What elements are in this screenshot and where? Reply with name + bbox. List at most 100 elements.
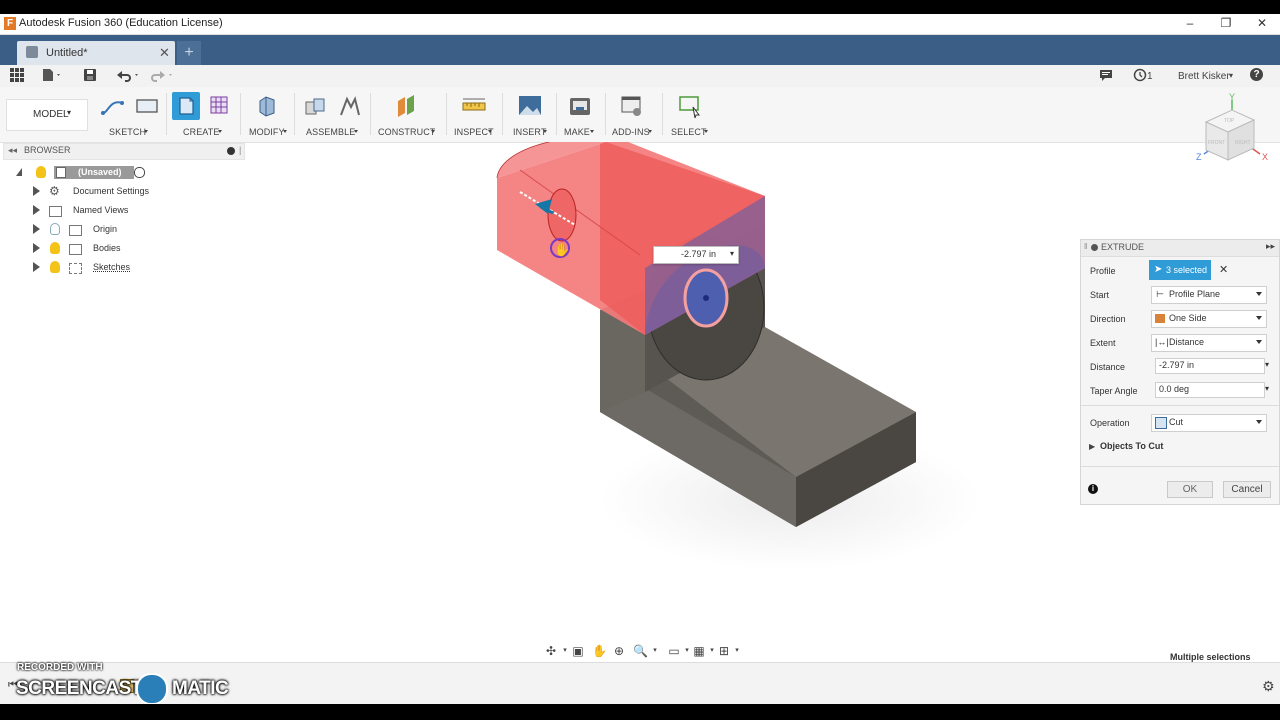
watermark-brand-right: MATIC: [172, 678, 229, 699]
expand-objects-icon[interactable]: ▶: [1089, 442, 1095, 451]
view-cube[interactable]: Y Z X TOP FRONT RIGHT: [1192, 92, 1272, 172]
grid-settings-icon[interactable]: ▦: [692, 644, 706, 658]
selection-status: Multiple selections: [1170, 652, 1251, 662]
browser-resize-icon[interactable]: |: [239, 145, 241, 155]
data-panel-grid-icon[interactable]: [9, 68, 25, 84]
browser-item-label: Named Views: [73, 205, 129, 215]
timeline-settings-gear-icon[interactable]: ⚙: [1262, 678, 1275, 695]
start-select[interactable]: ⊢ Profile Plane: [1151, 286, 1267, 304]
hand-cursor-icon: ✋: [554, 242, 570, 258]
help-icon[interactable]: ?: [1250, 68, 1266, 84]
comments-icon[interactable]: [1098, 68, 1114, 84]
help-label: ?: [1250, 68, 1263, 81]
expanded-triangle-icon[interactable]: [16, 168, 22, 176]
visibility-bulb-icon[interactable]: [50, 261, 60, 273]
video-letterbox-top: [0, 0, 1280, 14]
browser-item-document-settings[interactable]: ⚙ Document Settings: [0, 183, 240, 201]
profile-plane-icon: ⊢: [1156, 289, 1164, 299]
ok-button[interactable]: OK: [1167, 481, 1213, 498]
browser-item-named-views[interactable]: Named Views: [0, 202, 240, 220]
root-label: (Unsaved): [78, 167, 122, 177]
distance-callout-value: -2.797 in: [681, 249, 717, 259]
gear-icon: ⚙: [49, 184, 60, 198]
look-at-icon[interactable]: ▣: [571, 644, 585, 658]
operation-select[interactable]: Cut: [1151, 414, 1267, 432]
minimize-button[interactable]: –: [1178, 16, 1202, 32]
file-menu-icon[interactable]: [40, 68, 64, 84]
pan-icon[interactable]: ✋: [592, 644, 607, 658]
axis-y-label: Y: [1229, 92, 1236, 102]
start-label: Start: [1090, 290, 1110, 300]
window-title: Autodesk Fusion 360 (Education License): [19, 17, 223, 29]
browser-pin-icon[interactable]: [227, 147, 235, 155]
expand-arrow-icon[interactable]: [33, 186, 40, 196]
save-icon[interactable]: [82, 68, 98, 84]
distance-label: Distance: [1090, 362, 1126, 372]
fit-chevron-icon[interactable]: ▾: [648, 644, 662, 658]
zoom-icon[interactable]: ⊕: [612, 644, 626, 658]
user-menu-chevron-icon[interactable]: ▾: [1227, 68, 1235, 84]
expand-arrow-icon[interactable]: [33, 205, 40, 215]
browser-item-sketches[interactable]: Sketches: [0, 259, 240, 277]
distance-callout-chevron-icon[interactable]: ▾: [730, 249, 734, 258]
expand-arrow-icon[interactable]: [33, 243, 40, 253]
visibility-bulb-icon[interactable]: [50, 242, 60, 254]
visibility-bulb-icon[interactable]: [36, 166, 46, 178]
viewports-icon[interactable]: ⊞: [717, 644, 731, 658]
browser-item-label: Sketches: [93, 262, 131, 272]
folder-icon: [69, 225, 82, 236]
taper-chevron-icon[interactable]: ▾: [1265, 384, 1269, 393]
watermark-brand-left: SCREENCAST: [16, 678, 142, 699]
collapse-panel-icon[interactable]: ◂◂: [8, 145, 17, 156]
chevron-down-icon: [1256, 316, 1262, 320]
direction-select[interactable]: One Side: [1151, 310, 1267, 328]
extent-select[interactable]: |↔| Distance: [1151, 334, 1267, 352]
dialog-pin-icon[interactable]: [1091, 244, 1098, 251]
display-settings-icon[interactable]: ▭: [667, 644, 681, 658]
taper-angle-input[interactable]: 0.0 deg: [1155, 382, 1265, 398]
profile-selector[interactable]: ➤ 3 selected: [1149, 260, 1211, 280]
browser-panel-header[interactable]: ◂◂ BROWSER |: [3, 143, 245, 160]
screencast-watermark: RECORDED WITH SCREENCAST MATIC: [14, 660, 244, 705]
distance-input[interactable]: -2.797 in: [1155, 358, 1265, 374]
orbit-chevron-icon[interactable]: ▾: [558, 644, 572, 658]
browser-item-label: Bodies: [93, 243, 121, 253]
job-status-clock-icon[interactable]: [1132, 68, 1148, 84]
document-tab[interactable]: Untitled* ✕: [17, 41, 175, 65]
clear-selection-icon[interactable]: ✕: [1219, 263, 1228, 276]
info-icon[interactable]: i: [1088, 484, 1098, 494]
folder-icon: [69, 263, 82, 274]
document-icon: [26, 46, 38, 58]
distance-chevron-icon[interactable]: ▾: [1265, 360, 1269, 369]
cut-operation-icon: [1155, 417, 1167, 429]
browser-item-bodies[interactable]: Bodies: [0, 240, 240, 258]
browser-item-origin[interactable]: Origin: [0, 221, 240, 239]
viewports-chevron-icon[interactable]: ▾: [730, 644, 744, 658]
expand-arrow-icon[interactable]: [33, 262, 40, 272]
chevron-down-icon: [1256, 420, 1262, 424]
extrude-dialog-header[interactable]: ‖ EXTRUDE ▸▸: [1081, 240, 1279, 257]
video-letterbox-bottom: [0, 704, 1280, 720]
drag-handle-icon[interactable]: ‖: [1084, 242, 1087, 251]
activate-radio-icon[interactable]: [134, 167, 145, 178]
close-window-button[interactable]: ✕: [1250, 16, 1274, 32]
fit-icon[interactable]: 🔍: [633, 644, 648, 658]
objects-to-cut-toggle[interactable]: Objects To Cut: [1100, 441, 1163, 451]
orbit-icon[interactable]: ✣: [544, 644, 558, 658]
undo-icon[interactable]: [114, 68, 142, 84]
distance-callout[interactable]: -2.797 in ▾: [653, 246, 739, 264]
visibility-bulb-off-icon[interactable]: [50, 223, 60, 235]
navigation-bar: ✣ ▾ ▣ ✋ ⊕ 🔍 ▾ ▭ ▾ ▦ ▾ ⊞ ▾: [540, 642, 740, 662]
cancel-button[interactable]: Cancel: [1223, 481, 1271, 498]
expand-arrow-icon[interactable]: [33, 224, 40, 234]
browser-root-row[interactable]: (Unsaved): [0, 164, 240, 182]
redo-icon[interactable]: [148, 68, 176, 84]
extent-label: Extent: [1090, 338, 1116, 348]
chevron-down-icon: [1256, 340, 1262, 344]
expand-dialog-icon[interactable]: ▸▸: [1266, 241, 1275, 252]
close-tab-icon[interactable]: ✕: [159, 45, 170, 61]
new-tab-button[interactable]: +: [177, 41, 201, 65]
cube-front-label: FRONT: [1208, 140, 1226, 146]
browser-title: BROWSER: [24, 145, 71, 155]
restore-button[interactable]: ❐: [1214, 16, 1238, 32]
